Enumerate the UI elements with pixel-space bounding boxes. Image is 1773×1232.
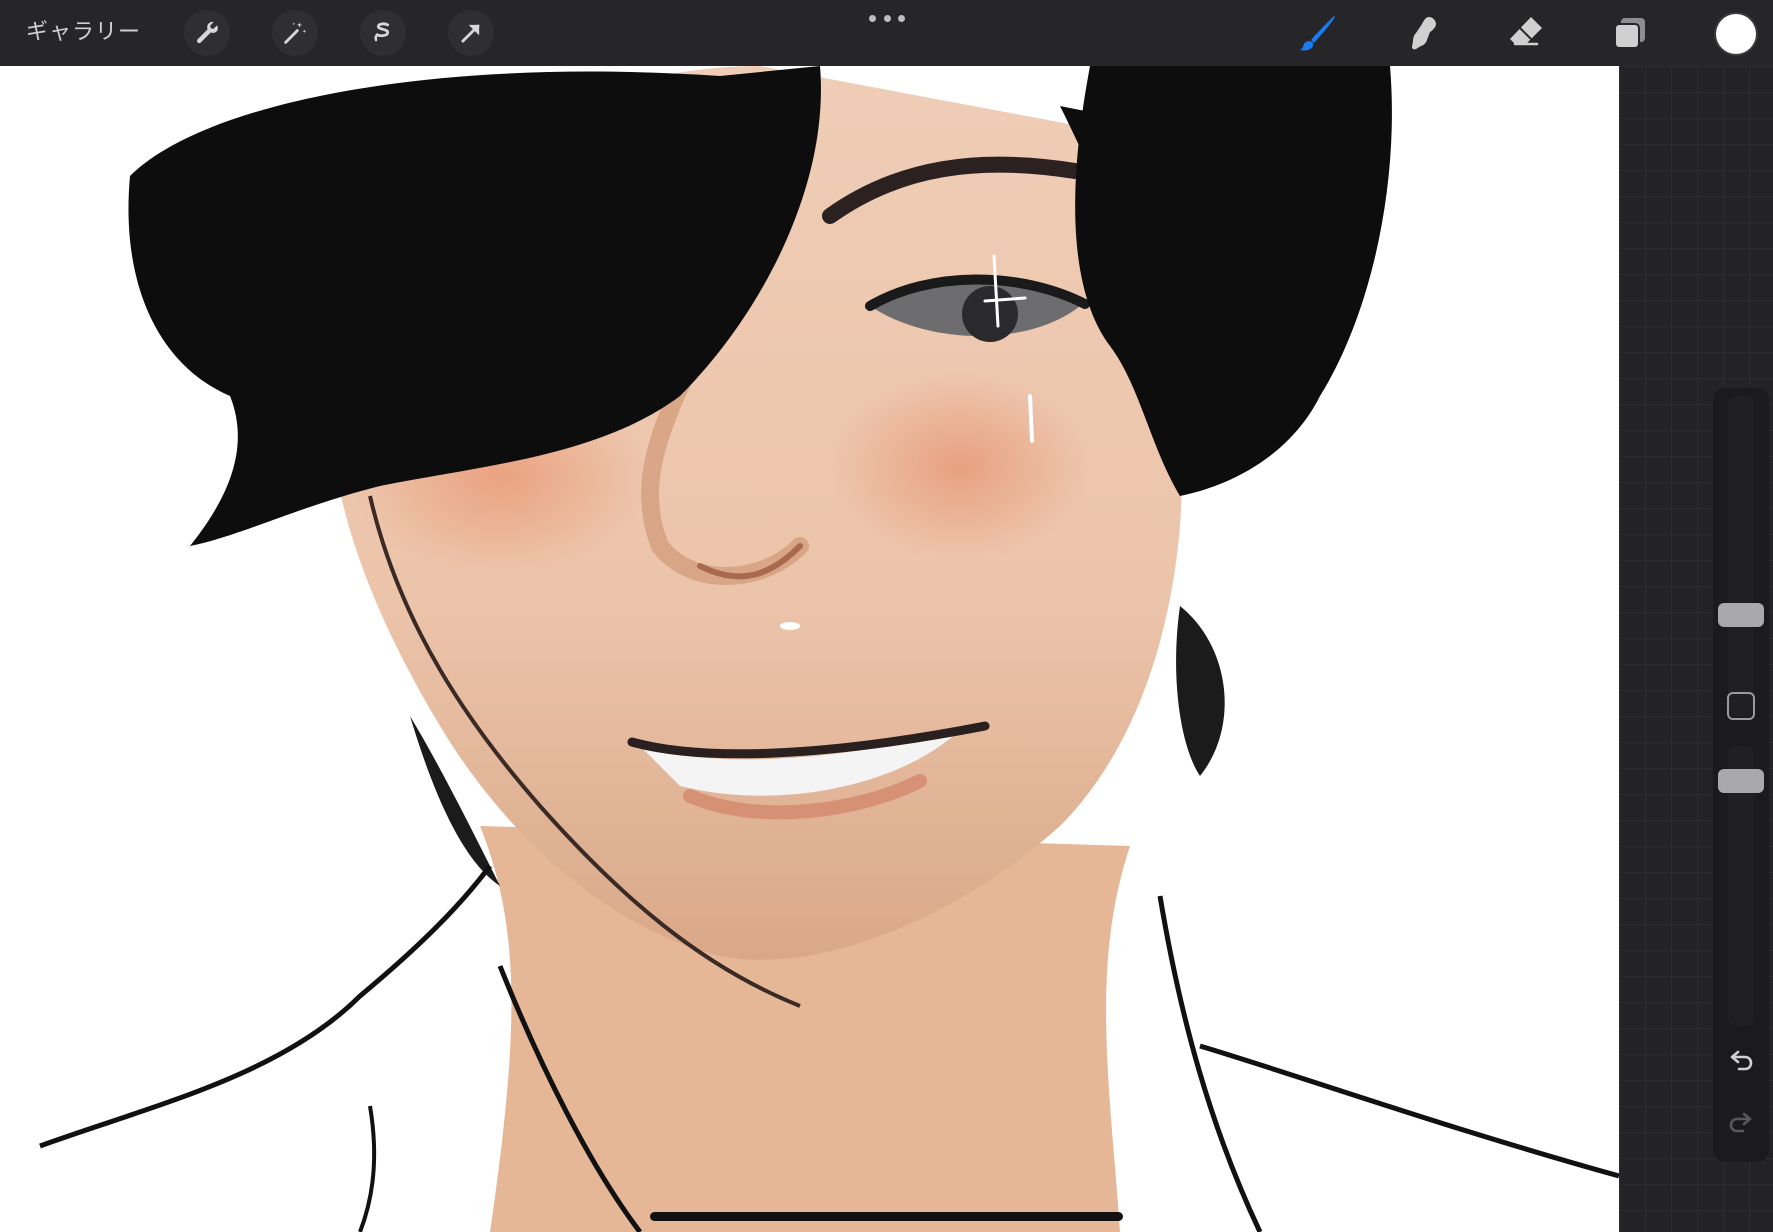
artwork xyxy=(39,66,1619,1232)
wrench-icon xyxy=(196,21,218,44)
undo-button[interactable] xyxy=(1725,1046,1757,1078)
smudge-icon xyxy=(1412,17,1436,50)
collar-line-left xyxy=(39,864,492,1149)
smudge-tool-button[interactable] xyxy=(1398,10,1446,56)
color-picker-swatch[interactable] xyxy=(1716,14,1756,54)
transform-button[interactable] xyxy=(448,10,494,56)
opacity-thumb[interactable] xyxy=(1718,769,1764,793)
gallery-button[interactable]: ギャラリー xyxy=(26,16,141,50)
brush-size-thumb[interactable] xyxy=(1718,603,1764,627)
selection-icon xyxy=(374,22,390,42)
redo-button[interactable] xyxy=(1725,1108,1757,1140)
brush-size-track xyxy=(1728,396,1754,716)
actions-button[interactable] xyxy=(184,10,230,56)
undo-icon xyxy=(1730,1050,1753,1071)
brush-icon xyxy=(1300,16,1335,51)
more-options-icon[interactable] xyxy=(869,12,905,24)
layers-icon xyxy=(1614,18,1645,49)
eraser-tool-button[interactable] xyxy=(1502,10,1550,56)
adjustments-button[interactable] xyxy=(272,10,318,56)
collar-line-right xyxy=(1157,895,1263,1232)
layers-button[interactable] xyxy=(1606,10,1654,56)
brush-tool-button[interactable] xyxy=(1294,10,1342,56)
dot xyxy=(869,14,876,22)
dot xyxy=(883,14,891,22)
selection-button[interactable] xyxy=(360,10,406,56)
home-indicator[interactable] xyxy=(650,1212,1123,1221)
drawing-canvas[interactable] xyxy=(0,66,1619,1232)
redo-icon xyxy=(1729,1112,1752,1133)
eraser-icon xyxy=(1510,17,1542,46)
opacity-slider[interactable] xyxy=(1718,746,1764,1026)
brush-size-slider[interactable] xyxy=(1718,396,1764,716)
magic-wand-icon xyxy=(284,22,307,44)
modify-button[interactable] xyxy=(1727,692,1755,720)
dot xyxy=(898,14,905,22)
top-toolbar: ギャラリー xyxy=(0,0,1773,66)
transform-arrow-icon xyxy=(461,24,480,43)
